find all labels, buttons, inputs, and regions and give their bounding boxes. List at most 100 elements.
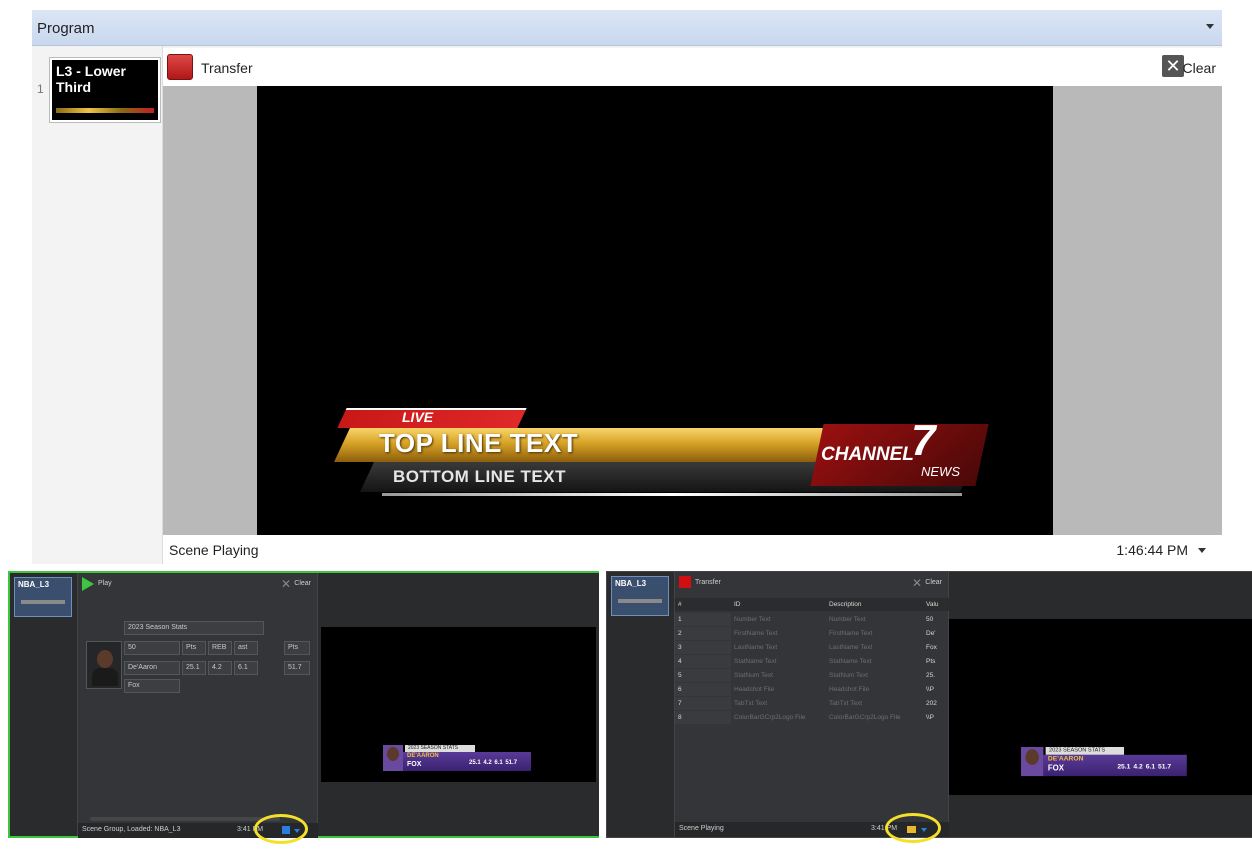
row-description: TabTxt Text xyxy=(829,700,863,707)
table-row[interactable]: 1 Number Text Number Text 50 xyxy=(675,613,955,626)
stat-header-field[interactable]: ast xyxy=(234,641,258,655)
stat-lower-third: 2023 SEASON STATS DE'AARON FOX 25.1 4.2 … xyxy=(1021,747,1187,777)
row-description: Number Text xyxy=(829,616,866,623)
stat-value-field[interactable]: 4.2 xyxy=(208,661,232,675)
stat-header-field[interactable]: Pts xyxy=(182,641,206,655)
row-id: Number Text xyxy=(734,616,771,623)
row-description: StatNum Text xyxy=(829,672,868,679)
program-header: Program xyxy=(32,10,1222,46)
transfer-icon[interactable] xyxy=(167,54,193,80)
stat-header-field[interactable]: REB xyxy=(208,641,232,655)
left-scene-thumbnail-label: NBA_L3 xyxy=(18,580,50,589)
left-scene-thumbnail[interactable]: NBA_L3 xyxy=(14,577,72,617)
row-description: LastName Text xyxy=(829,644,873,651)
headshot-body xyxy=(92,668,118,686)
stat-last-name: FOX xyxy=(407,761,422,768)
stat-header-field[interactable]: Pts xyxy=(284,641,310,655)
first-name-field[interactable]: De'Aaron xyxy=(124,661,180,675)
clear-button[interactable]: Clear xyxy=(1183,60,1216,76)
status-text: Scene Playing xyxy=(169,542,259,558)
stat-headshot xyxy=(383,745,403,771)
stat-value-field[interactable]: 6.1 xyxy=(234,661,258,675)
highlight-circle xyxy=(885,813,941,843)
stat-first-name: DE'AARON xyxy=(407,753,439,759)
row-id: FirstName Text xyxy=(734,630,778,637)
stat-title: 2023 SEASON STATS xyxy=(1045,747,1125,755)
right-scene-list: NBA_L3 xyxy=(607,572,675,837)
clear-icon[interactable]: ✕ xyxy=(281,577,291,591)
headshot-field[interactable] xyxy=(86,641,122,689)
table-row[interactable]: 3 LastName Text LastName Text Fox xyxy=(675,641,955,654)
horizontal-scrollbar[interactable] xyxy=(90,817,280,821)
program-preview-canvas: LIVE TOP LINE TEXT BOTTOM LINE TEXT CHAN… xyxy=(257,86,1053,535)
row-id: StatNum Text xyxy=(734,672,773,679)
scene-thumbnail-graphic xyxy=(56,108,154,113)
row-number: 8 xyxy=(675,711,731,724)
time-caret-icon[interactable] xyxy=(1198,548,1206,553)
column-header[interactable]: Description xyxy=(826,598,923,611)
right-scene-panel: NBA_L3 Transfer ✕ Clear # ID Description… xyxy=(606,571,1252,843)
channel-logo-word: CHANNEL xyxy=(821,444,914,465)
left-scene-thumbnail-graphic xyxy=(21,600,65,604)
program-status-bar: Scene Playing 1:46:44 PM xyxy=(163,535,1222,564)
row-number: 4 xyxy=(675,655,731,668)
row-id: Headshot File xyxy=(734,686,775,693)
transfer-button[interactable]: Transfer xyxy=(695,579,721,586)
stat-values: 25.1 4.2 6.1 51.7 xyxy=(1117,763,1172,771)
play-icon[interactable] xyxy=(82,577,94,591)
scene-thumbnail-label: L3 - Lower Third xyxy=(56,63,127,95)
row-description: StatName Text xyxy=(829,658,872,665)
right-scene-thumbnail[interactable]: NBA_L3 xyxy=(611,576,669,616)
row-id: ColorBarGCrp2Logo File xyxy=(734,714,806,721)
row-number: 2 xyxy=(675,627,731,640)
row-id: StatName Text xyxy=(734,658,777,665)
program-title: Program xyxy=(37,20,95,37)
table-row[interactable]: 2 FirstName Text FirstName Text De' xyxy=(675,627,955,640)
number-field[interactable]: 50 xyxy=(124,641,180,655)
column-header[interactable]: # xyxy=(675,598,731,611)
stat-value-field[interactable]: 25.1 xyxy=(182,661,206,675)
headshot-icon xyxy=(387,747,399,761)
last-name-field[interactable]: Fox xyxy=(124,679,180,693)
status-text: Scene Group, Loaded: NBA_L3 xyxy=(82,826,181,833)
left-scene-list: NBA_L3 xyxy=(10,573,78,836)
table-row[interactable]: 6 Headshot File Headshot File \\P xyxy=(675,683,955,696)
left-editor: Play ✕ Clear 2023 Season Stats 50 Pts RE… xyxy=(78,573,318,844)
table-row[interactable]: 4 StatName Text StatName Text Pts xyxy=(675,655,955,668)
scene-list: 1 L3 - Lower Third xyxy=(32,46,163,564)
row-id: TabTxt Text xyxy=(734,700,768,707)
table-row[interactable]: 5 StatNum Text StatNum Text 25. xyxy=(675,669,955,682)
row-number: 7 xyxy=(675,697,731,710)
table-row[interactable]: 8 ColorBarGCrp2Logo File ColorBarGCrp2Lo… xyxy=(675,711,955,724)
headshot-icon xyxy=(1025,749,1039,765)
row-number: 6 xyxy=(675,683,731,696)
clear-icon[interactable]: ✕ xyxy=(912,576,922,590)
row-description: Headshot File xyxy=(829,686,870,693)
season-field[interactable]: 2023 Season Stats xyxy=(124,621,264,635)
clear-button[interactable]: Clear xyxy=(925,579,942,586)
highlight-circle xyxy=(254,814,308,844)
table-row[interactable]: 7 TabTxt Text TabTxt Text 202 xyxy=(675,697,955,710)
clear-icon[interactable]: ✕ xyxy=(1162,55,1184,77)
transfer-icon[interactable] xyxy=(679,576,691,588)
row-description: ColorBarGCrp2Logo File xyxy=(829,714,901,721)
right-scene-thumbnail-graphic xyxy=(618,599,662,603)
program-preview-area: LIVE TOP LINE TEXT BOTTOM LINE TEXT CHAN… xyxy=(163,86,1222,535)
right-scene-thumbnail-label: NBA_L3 xyxy=(615,579,647,588)
top-line-text: TOP LINE TEXT xyxy=(379,428,579,458)
right-editor: Transfer ✕ Clear # ID Description Valu 1… xyxy=(675,572,955,837)
clear-button[interactable]: Clear xyxy=(294,580,311,587)
play-button[interactable]: Play xyxy=(98,580,112,587)
column-header[interactable]: ID xyxy=(731,598,826,611)
transfer-button[interactable]: Transfer xyxy=(201,60,253,76)
program-toolbar: Transfer ✕ Clear xyxy=(163,48,1222,86)
scene-thumbnail[interactable]: L3 - Lower Third xyxy=(50,58,160,122)
headshot-icon xyxy=(97,650,113,668)
left-preview-canvas: 2023 SEASON STATS DE'AARON FOX 25.1 4.2 … xyxy=(321,627,596,782)
stat-title: 2023 SEASON STATS xyxy=(405,745,475,752)
program-menu-caret-icon[interactable] xyxy=(1206,24,1214,29)
stat-last-name: FOX xyxy=(1047,764,1064,773)
bottom-line-text: BOTTOM LINE TEXT xyxy=(393,467,566,486)
stat-value-field[interactable]: 51.7 xyxy=(284,661,310,675)
program-body: 1 L3 - Lower Third Transfer ✕ Clear LIVE… xyxy=(32,46,1222,564)
